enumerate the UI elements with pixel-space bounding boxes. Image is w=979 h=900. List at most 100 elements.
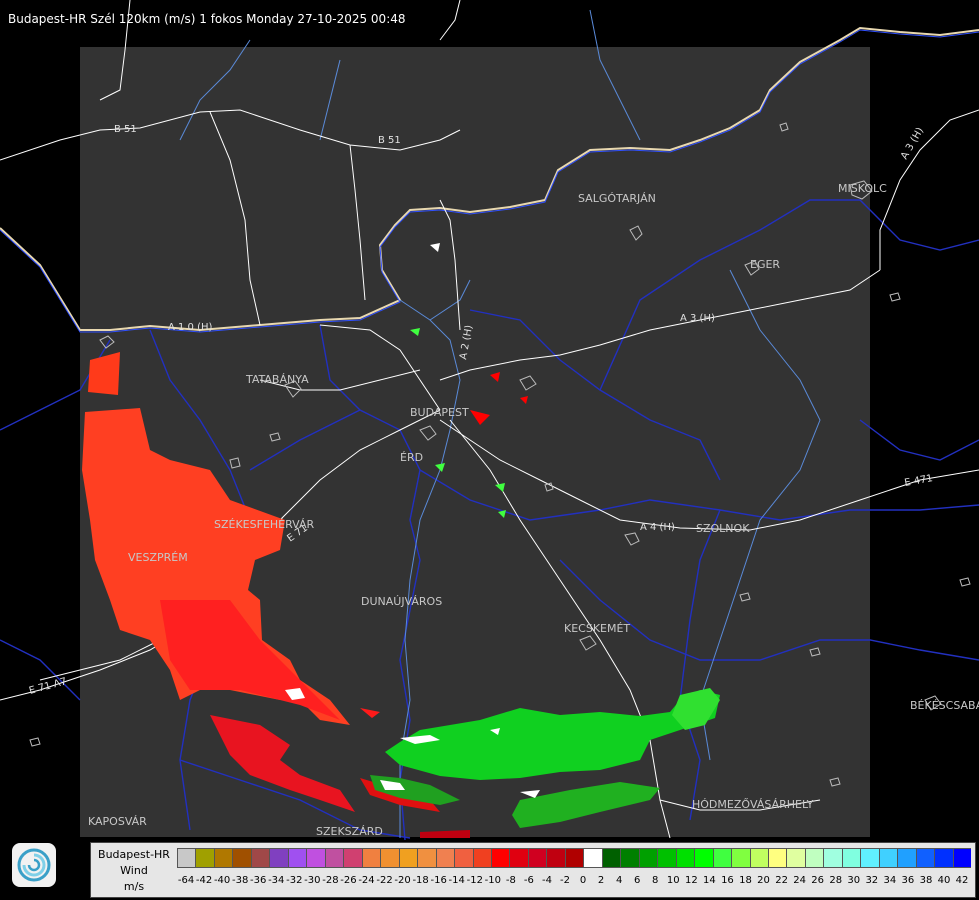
legend-swatch: [823, 848, 842, 868]
legend-tick: 4: [615, 875, 623, 886]
city-dunaujvaros: DUNAÚJVÁROS: [361, 595, 442, 608]
legend-tick: -28: [322, 875, 339, 886]
city-szekesfehervar: SZÉKESFEHÉRVÁR: [214, 518, 315, 531]
city-bekescsaba: BÉKÉSCSABA: [910, 699, 979, 712]
legend-tick-labels: -64 -42 -40 -38 -36 -34 -32 -30 -28 -26 -24 -22 -20-…: [177, 875, 971, 886]
legend-swatch: [804, 848, 824, 868]
legend-tick: 20: [757, 875, 770, 886]
road-label-a10: A 1 0 (H): [168, 322, 213, 333]
legend-tick: -22: [376, 875, 393, 886]
legend-tick: -14: [448, 875, 465, 886]
legend-tick: 40: [937, 875, 951, 886]
legend-tick: -38: [231, 875, 249, 886]
legend-tick: 0: [579, 875, 587, 886]
legend-swatch: [675, 848, 695, 868]
legend-tick: 12: [684, 875, 698, 886]
city-eger: EGER: [750, 258, 780, 271]
legend-swatch: [749, 848, 768, 868]
city-veszprem: VESZPRÉM: [128, 551, 188, 564]
legend-swatch: [934, 848, 953, 868]
city-erd: ÉRD: [400, 451, 423, 464]
road-label-e471: E 471: [904, 473, 934, 489]
legend-swatch: [731, 848, 750, 868]
legend-swatch: [490, 848, 510, 868]
city-kaposvar: KAPOSVÁR: [88, 815, 147, 828]
legend-tick: -24: [358, 875, 375, 886]
legend-tick: -26: [340, 875, 357, 886]
legend-station: Budapest-HR: [98, 848, 170, 861]
legend-swatch: [564, 848, 584, 868]
city-tatabanya: TATABÁNYA: [245, 373, 309, 386]
legend-swatch: [546, 848, 565, 868]
legend-tick: 24: [793, 875, 806, 886]
legend-swatch: [897, 848, 916, 868]
city-hodmezovasarhely: HÓDMEZŐVÁSÁRHELY: [692, 797, 814, 811]
legend-swatch: [213, 848, 233, 868]
legend-tick: -36: [250, 875, 267, 886]
legend-tick: 8: [652, 875, 659, 886]
legend-tick: -30: [304, 875, 321, 886]
legend-tick: -18: [412, 875, 429, 886]
radar-map: B 51 B 51 A 1 0 (H) A 2 (H) A 3 (H) A 3 …: [0, 0, 979, 841]
legend-tick: -16: [430, 875, 447, 886]
road-label-b51: B 51: [378, 135, 401, 146]
legend-tick: 16: [721, 875, 734, 886]
legend-tick: -34: [268, 875, 285, 886]
legend-swatch: [195, 848, 214, 868]
legend-tick: -2: [560, 875, 570, 886]
legend-tick: 6: [634, 875, 641, 886]
legend-swatch: [712, 848, 732, 868]
legend-swatch: [177, 848, 196, 868]
legend-swatch: [324, 848, 344, 868]
legend-swatch: [509, 848, 528, 868]
legend-tick: -20: [394, 875, 411, 886]
city-salgotarjan: SALGÓTARJÁN: [578, 192, 656, 205]
legend-tick: -10: [484, 875, 501, 886]
legend-tick: 26: [811, 875, 825, 886]
city-szekszard: SZEKSZÁRD: [316, 825, 383, 838]
legend-tick: 42: [955, 875, 969, 886]
legend-tick: 10: [666, 875, 680, 886]
legend-tick: -42: [195, 875, 213, 886]
weather-service-logo: [12, 843, 56, 887]
legend-swatch: [287, 848, 307, 868]
road-label-e71-a7: E 71 A7: [28, 676, 68, 697]
legend-tick: 22: [775, 875, 788, 886]
road-label-a4: A 4 (H): [640, 522, 675, 533]
legend-tick: 34: [883, 875, 897, 886]
legend-swatch: [786, 848, 805, 868]
legend-swatch: [527, 848, 547, 868]
legend-swatch: [620, 848, 639, 868]
legend-swatch: [915, 848, 935, 868]
legend-tick: 36: [901, 875, 915, 886]
legend-swatch: [841, 848, 861, 868]
city-budapest: BUDAPEST: [410, 406, 469, 419]
legend-tick: -6: [523, 875, 534, 886]
legend-tick: -40: [213, 875, 231, 886]
road-label-b51-west: B 51: [114, 124, 137, 135]
radar-coverage-area: [80, 47, 870, 837]
legend-swatch: [398, 848, 418, 868]
legend-tick: 30: [847, 875, 861, 886]
legend-swatch: [250, 848, 270, 868]
legend-tick: -8: [505, 875, 516, 886]
legend-swatch: [343, 848, 362, 868]
legend-swatch: [601, 848, 621, 868]
legend-tick: 14: [703, 875, 716, 886]
city-miskolc: MISKOLC: [838, 182, 887, 195]
legend-swatch: [417, 848, 436, 868]
legend-swatch: [269, 848, 288, 868]
legend-tick: -32: [286, 875, 303, 886]
legend-swatch: [657, 848, 676, 868]
swirl-logo-icon: [17, 848, 51, 882]
legend-tick: 18: [739, 875, 752, 886]
legend-swatch: [768, 848, 787, 868]
legend-swatch: [638, 848, 658, 868]
road-label-a3: A 3 (H): [680, 313, 715, 324]
legend-tick: 2: [597, 875, 605, 886]
legend-tick: 32: [865, 875, 879, 886]
legend-color-scale: [177, 848, 972, 868]
legend-swatch: [435, 848, 455, 868]
legend-tick: -64: [177, 875, 195, 886]
legend-unit: m/s: [123, 880, 145, 893]
